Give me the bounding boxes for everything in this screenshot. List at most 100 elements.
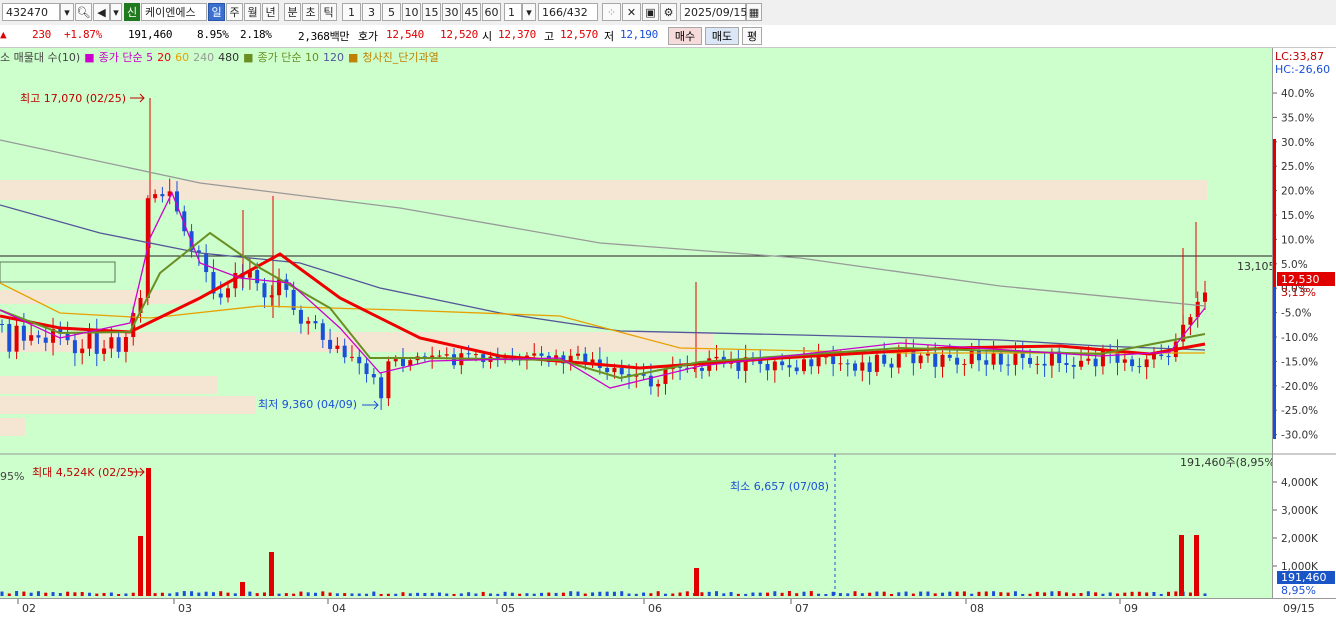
- volume-profile-band: [0, 396, 256, 414]
- candle-body: [1159, 354, 1164, 356]
- legend-ma5[interactable]: 종가 단순 5: [99, 49, 153, 65]
- buy-button[interactable]: 매수: [668, 27, 702, 45]
- code-dropdown-icon[interactable]: ▾: [60, 3, 74, 21]
- minute-10[interactable]: 10: [402, 3, 421, 21]
- selection-box: [0, 261, 116, 283]
- date-input[interactable]: 2025/09/15: [680, 3, 747, 21]
- volume-bar: [7, 593, 11, 596]
- speaker-icon[interactable]: ◀: [93, 3, 110, 21]
- search-icon[interactable]: 🔍︎: [75, 3, 92, 21]
- period-year[interactable]: 년: [262, 3, 279, 21]
- period-tick[interactable]: 틱: [320, 3, 337, 21]
- candle-body: [357, 356, 362, 364]
- vol-axis-label: 3,000K: [1281, 505, 1319, 517]
- candle-body: [845, 363, 850, 365]
- candle-body: [313, 321, 318, 324]
- candle-body: [466, 353, 471, 355]
- legend-blueprint[interactable]: 청사진_단기과열: [362, 49, 438, 65]
- volume-bar: [758, 592, 762, 596]
- candle-body: [1203, 292, 1207, 302]
- period-month[interactable]: 월: [244, 3, 261, 21]
- save-icon[interactable]: ▣: [642, 3, 659, 21]
- bars-display[interactable]: 166/432: [538, 3, 598, 21]
- volume-bar: [736, 593, 740, 596]
- time-axis[interactable]: 02 03 04 05 06 07 08 09 09/15: [0, 598, 1336, 618]
- change-value: 230: [32, 28, 51, 41]
- open-price: 12,370: [498, 28, 536, 41]
- scatter-icon[interactable]: ⁘: [602, 3, 621, 21]
- period-minute[interactable]: 분: [284, 3, 301, 21]
- right-axis[interactable]: LC:33,87 HC:-26,60 40.0% 35.0% 30.0% 25.0% 20.…: [1272, 48, 1336, 598]
- minute-5[interactable]: 5: [382, 3, 401, 21]
- volume-bar: [1021, 593, 1025, 596]
- volume-bar: [933, 593, 937, 596]
- legend-ma120[interactable]: 120: [323, 51, 344, 64]
- volume-bar: [153, 593, 157, 596]
- chart-canvas[interactable]: 최고 17,070 (02/25) 최저 9,360 (04/09) 95% 최대 4…: [0, 48, 1272, 598]
- period-day[interactable]: 일: [208, 3, 225, 21]
- legend-ma20[interactable]: 20: [157, 51, 171, 64]
- candle-body: [1166, 355, 1171, 358]
- volume-bar: [102, 593, 106, 596]
- candle-body: [976, 350, 981, 361]
- cross-icon[interactable]: ✕: [622, 3, 641, 21]
- candle-body: [1130, 359, 1135, 367]
- high-price: 12,570: [560, 28, 598, 41]
- candle-body: [794, 367, 799, 372]
- candle-body: [663, 369, 668, 384]
- candle-body: [1137, 366, 1142, 368]
- candle-body: [619, 368, 624, 375]
- volume-bar: [744, 593, 748, 596]
- volume-bar: [766, 592, 770, 596]
- count-dropdown-icon[interactable]: ▾: [522, 3, 536, 21]
- calendar-icon[interactable]: ▦: [746, 3, 762, 21]
- minute-30[interactable]: 30: [442, 3, 461, 21]
- volume-bar: [1094, 592, 1098, 596]
- volume-bar: [197, 592, 201, 596]
- candle-body: [160, 194, 165, 197]
- stock-code-input[interactable]: 432470: [2, 3, 60, 21]
- count-input[interactable]: 1: [504, 3, 522, 21]
- volume-bar: [292, 593, 296, 596]
- volume-bar: [780, 592, 784, 596]
- candle-body: [116, 337, 121, 352]
- low-annotation: 최저 9,360 (04/09): [258, 398, 357, 411]
- minute-1[interactable]: 1: [342, 3, 361, 21]
- legend-ma240[interactable]: 240: [193, 51, 214, 64]
- minute-3[interactable]: 3: [362, 3, 381, 21]
- speaker-dropdown-icon[interactable]: ▾: [110, 3, 122, 21]
- range-bar-up: [1273, 139, 1276, 287]
- volume-spike-bar: [1194, 535, 1199, 596]
- avg-button[interactable]: 평: [742, 27, 762, 45]
- month-label: 09: [1124, 602, 1138, 615]
- minute-15[interactable]: 15: [422, 3, 441, 21]
- volume-bar: [583, 593, 587, 596]
- month-label: 05: [501, 602, 515, 615]
- volume-bar: [678, 592, 682, 596]
- ma240-line: [0, 139, 1206, 307]
- sell-button[interactable]: 매도: [705, 27, 739, 45]
- pct-label: 30.0%: [1281, 137, 1314, 149]
- gear-icon[interactable]: ⚙: [660, 3, 677, 21]
- month-label: 08: [970, 602, 984, 615]
- period-second[interactable]: 초: [302, 3, 319, 21]
- legend-ma480[interactable]: 480: [218, 51, 239, 64]
- minute-45[interactable]: 45: [462, 3, 481, 21]
- legend-ma60[interactable]: 60: [175, 51, 189, 64]
- candle-body: [393, 359, 398, 362]
- volume-bar: [911, 593, 915, 596]
- candle-body: [1028, 357, 1033, 364]
- period-week[interactable]: 주: [226, 3, 243, 21]
- volume-bar: [262, 592, 266, 596]
- stock-name-field[interactable]: 케이엔에스: [141, 3, 207, 21]
- volume-bar: [904, 591, 908, 596]
- candle-body: [991, 352, 996, 365]
- low-arrow-icon: [362, 400, 379, 410]
- minute-60[interactable]: 60: [482, 3, 501, 21]
- legend-volume-profile[interactable]: 소 매물대 수(10): [0, 49, 80, 65]
- price-chart-area[interactable]: 최고 17,070 (02/25) 최저 9,360 (04/09) 95% 최대 4…: [0, 48, 1272, 598]
- right-axis-canvas: LC:33,87HC:-26,60 40.0% 35.0% 30.0% 25.0% 20.…: [1273, 50, 1336, 597]
- volume-profile-band: [0, 376, 218, 394]
- legend-ma10[interactable]: 종가 단순 10: [257, 49, 318, 65]
- ask-price: 12,540: [386, 28, 424, 41]
